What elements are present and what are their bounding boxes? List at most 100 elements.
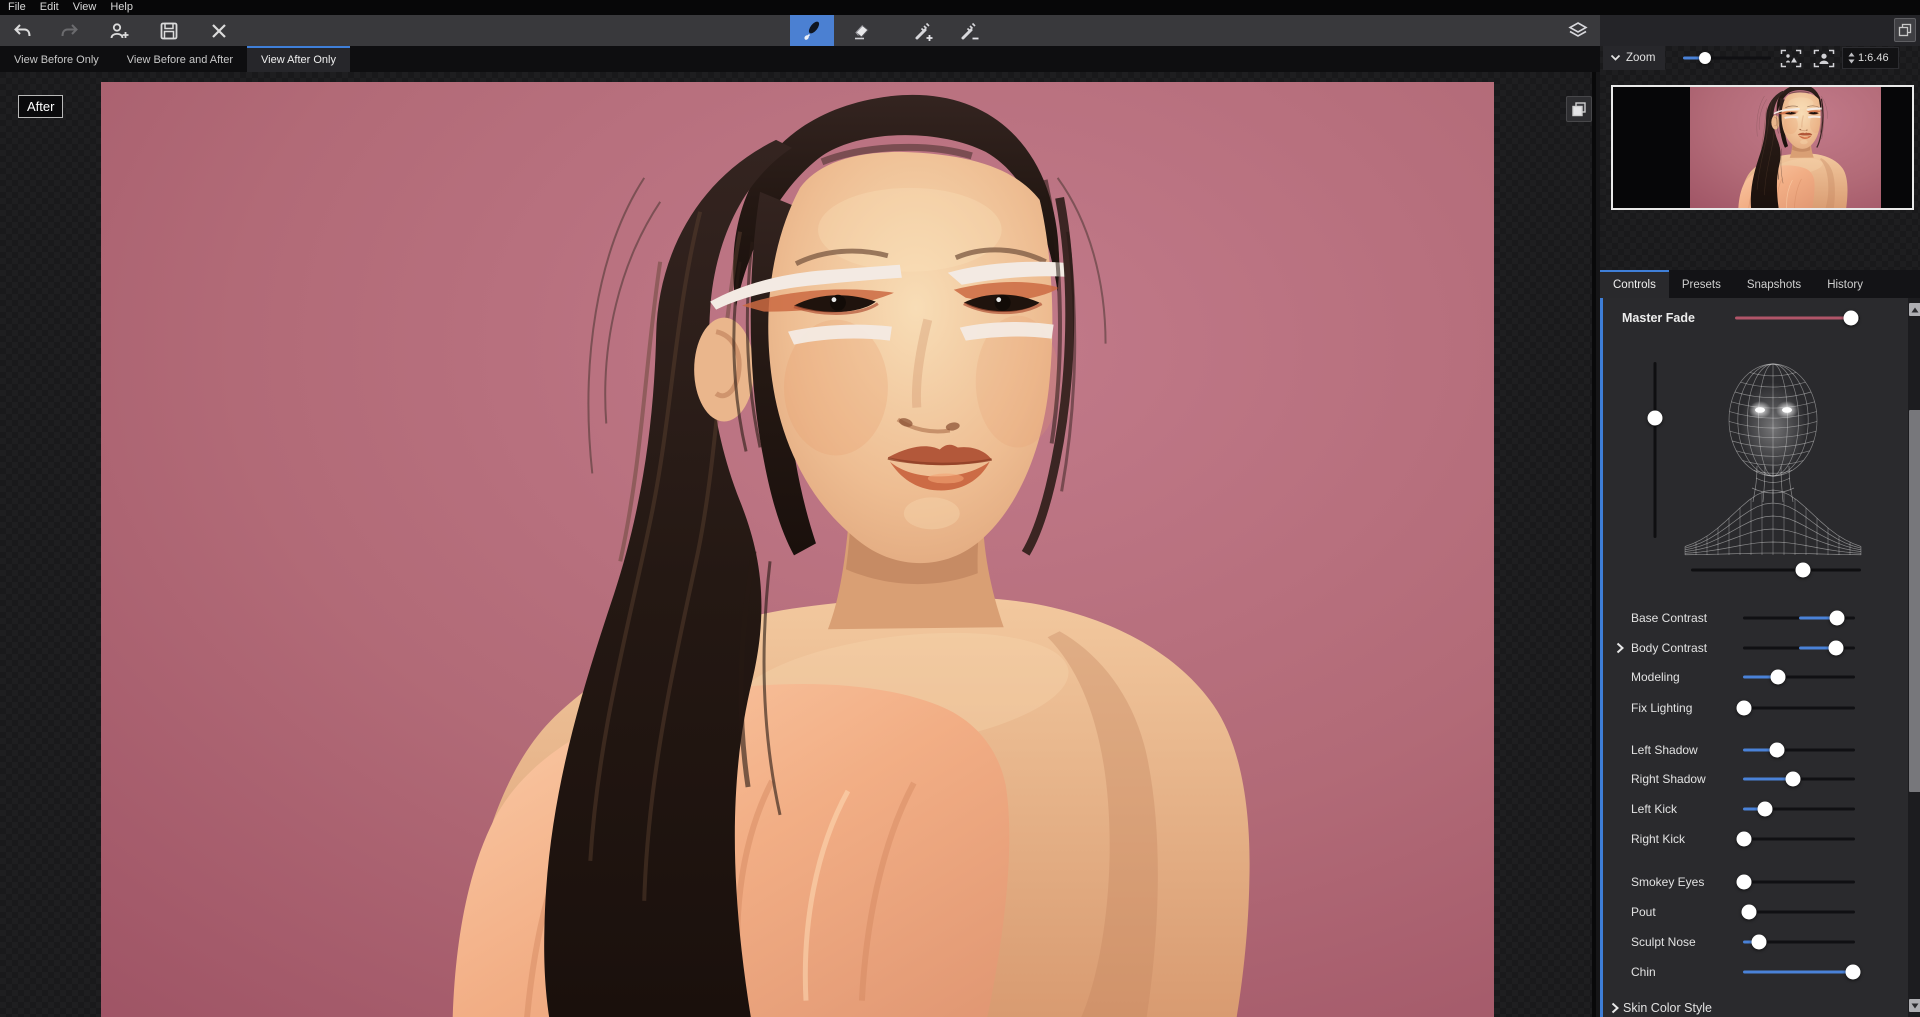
slider-right-shadow[interactable] [1743,769,1855,789]
layers-button[interactable] [1563,17,1593,44]
face-horizontal-slider[interactable] [1691,560,1861,580]
fit-image-button[interactable] [1779,48,1803,68]
slider-row-right-kick: Right Kick [1603,829,1908,849]
slider-label-fix-lighting: Fix Lighting [1631,698,1692,718]
fit-face-button[interactable] [1812,48,1836,68]
slider-thumb-body-contrast[interactable] [1828,641,1843,656]
panel-header-bar [1600,15,1920,46]
float-panel-button[interactable] [1894,18,1916,42]
slider-pout[interactable] [1743,902,1855,922]
scrollbar-thumb[interactable] [1909,410,1920,792]
slider-thumb-pout[interactable] [1741,905,1756,920]
brush-add-icon [911,19,937,43]
slider-left-kick[interactable] [1743,799,1855,819]
slider-base-contrast[interactable] [1743,608,1855,628]
tool-brush-add[interactable] [902,15,946,46]
eraser-icon [850,19,874,43]
slider-body-contrast[interactable] [1743,638,1855,658]
tab-controls[interactable]: Controls [1600,270,1669,298]
right-panel: Zoom 1:6.46 Controls Pre [1600,15,1920,1017]
slider-label-modeling: Modeling [1631,667,1680,687]
slider-thumb-sculpt-nose[interactable] [1751,935,1766,950]
face-vertical-slider[interactable] [1645,362,1665,538]
slider-thumb-base-contrast[interactable] [1830,611,1845,626]
slider-thumb-chin[interactable] [1845,965,1860,980]
tool-brush[interactable] [790,15,834,46]
tab-label: View Before Only [14,54,99,66]
slider-label-right-shadow: Right Shadow [1631,769,1706,789]
menu-help[interactable]: Help [110,0,144,15]
slider-label-sculpt-nose: Sculpt Nose [1631,932,1696,952]
spin-arrows-icon [1848,52,1855,64]
redo-button[interactable] [55,17,85,44]
face-wireframe [1665,344,1881,556]
tab-view-after-only[interactable]: View After Only [247,46,350,72]
tab-label: View Before and After [127,54,233,66]
controls-panel: Master Fade [1600,298,1920,1017]
zoom-label: Zoom [1626,52,1655,64]
app-window: File Edit View Help [0,0,1920,1017]
face-vertical-thumb[interactable] [1648,411,1663,426]
master-fade-fill [1735,317,1851,320]
slider-chin[interactable] [1743,962,1855,982]
save-button[interactable] [154,17,184,44]
redo-icon [60,21,80,41]
menu-file[interactable]: File [8,0,37,15]
scroll-down-button[interactable] [1909,999,1920,1012]
add-face-button[interactable] [105,17,135,44]
slider-right-kick[interactable] [1743,829,1855,849]
tab-view-before-and-after[interactable]: View Before and After [113,46,247,72]
menu-bar: File Edit View Help [0,0,1920,15]
menu-edit[interactable]: Edit [40,0,70,15]
zoom-section-toggle[interactable]: Zoom [1603,46,1665,70]
section-row-skin-color-style[interactable]: Skin Color Style [1603,998,1908,1017]
slider-fix-lighting[interactable] [1743,698,1855,718]
zoom-controls: Zoom 1:6.46 [1600,46,1920,70]
scroll-up-button[interactable] [1909,303,1920,316]
master-fade-slider[interactable] [1735,308,1860,328]
slider-smokey-eyes[interactable] [1743,872,1855,892]
face-horizontal-thumb[interactable] [1796,563,1811,578]
slider-row-left-kick: Left Kick [1603,799,1908,819]
slider-modeling[interactable] [1743,667,1855,687]
chevron-right-icon[interactable] [1609,1002,1621,1014]
layers-icon [1566,19,1590,43]
slider-row-sculpt-nose: Sculpt Nose [1603,932,1908,952]
zoom-slider-thumb[interactable] [1699,52,1711,64]
slider-thumb-right-shadow[interactable] [1786,772,1801,787]
tool-brush-remove[interactable] [948,15,992,46]
slider-row-fix-lighting: Fix Lighting [1603,698,1908,718]
master-fade-row: Master Fade [1603,308,1908,328]
close-session-button[interactable] [204,17,234,44]
tab-view-before-only[interactable]: View Before Only [0,46,113,72]
slider-row-left-shadow: Left Shadow [1603,740,1908,760]
slider-thumb-fix-lighting[interactable] [1737,701,1752,716]
slider-sculpt-nose[interactable] [1743,932,1855,952]
master-fade-thumb[interactable] [1844,311,1859,326]
undo-button[interactable] [7,17,37,44]
slider-thumb-left-kick[interactable] [1758,802,1773,817]
slider-thumb-left-shadow[interactable] [1769,743,1784,758]
chevron-right-icon[interactable] [1614,642,1626,654]
slider-thumb-right-kick[interactable] [1737,832,1752,847]
slider-label-body-contrast: Body Contrast [1631,638,1707,658]
tool-eraser[interactable] [840,15,884,46]
compare-view-button[interactable] [1566,96,1592,122]
tab-snapshots[interactable]: Snapshots [1734,270,1814,298]
close-icon [210,22,228,40]
tab-label: Presets [1682,279,1721,291]
slider-thumb-modeling[interactable] [1770,670,1785,685]
tab-presets[interactable]: Presets [1669,270,1734,298]
tab-label: Controls [1613,279,1656,291]
menu-view[interactable]: View [73,0,108,15]
slider-left-shadow[interactable] [1743,740,1855,760]
zoom-ratio-field[interactable]: 1:6.46 [1842,47,1899,69]
panel-scrollbar[interactable] [1908,298,1920,1017]
tab-history[interactable]: History [1814,270,1876,298]
add-person-icon [109,21,131,41]
zoom-slider[interactable] [1683,48,1771,68]
slider-thumb-smokey-eyes[interactable] [1737,875,1752,890]
panel-tab-bar: Controls Presets Snapshots History [1600,270,1920,298]
navigator-frame[interactable] [1611,85,1914,210]
photo-canvas[interactable]: After [0,72,1596,1017]
